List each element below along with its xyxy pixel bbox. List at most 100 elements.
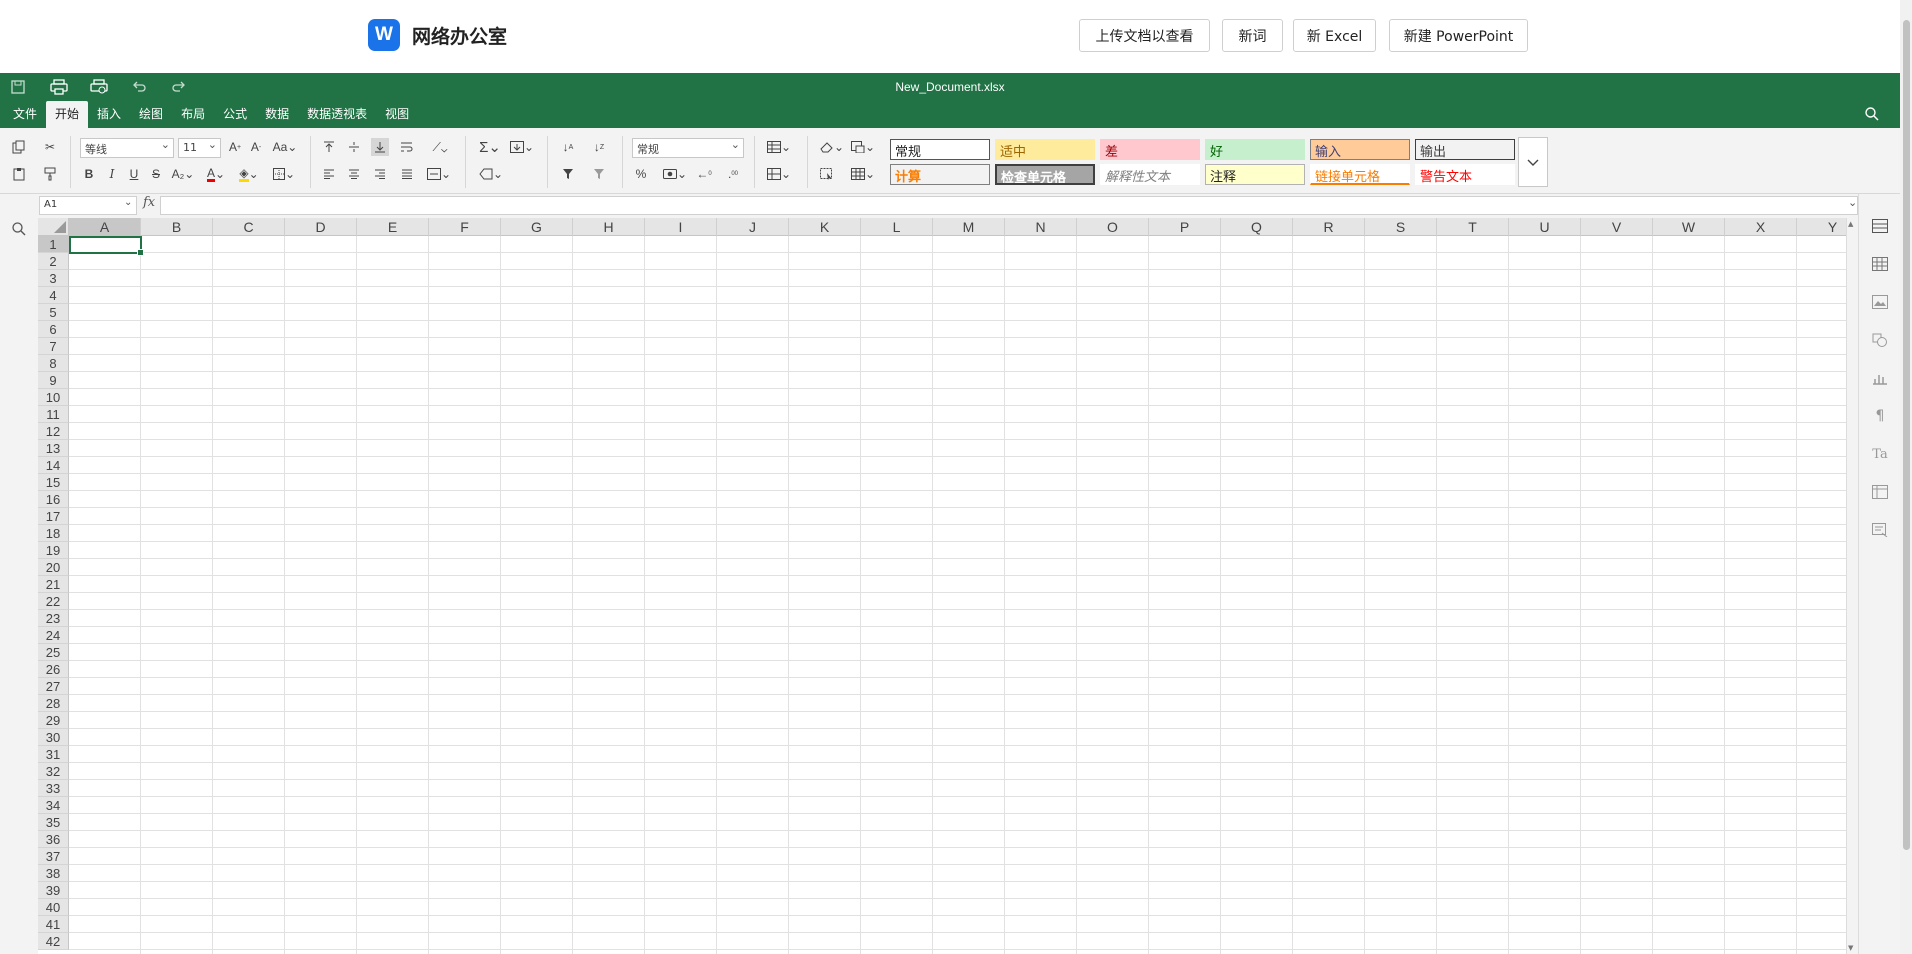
cell-style-2[interactable]: 适中 xyxy=(995,139,1095,160)
shape-settings-icon[interactable] xyxy=(1871,331,1889,349)
cell-style-11[interactable]: 链接单元格 xyxy=(1310,164,1410,185)
row-header-42[interactable]: 42 xyxy=(38,933,69,950)
fx-icon[interactable]: fx xyxy=(143,195,155,210)
expand-styles-button[interactable] xyxy=(1518,137,1548,187)
upload-document-button[interactable]: 上传文档以查看 xyxy=(1079,19,1210,52)
tab-view[interactable]: 视图 xyxy=(376,101,418,128)
row-header-22[interactable]: 22 xyxy=(38,593,69,610)
column-header-e[interactable]: E xyxy=(357,218,429,236)
paste-icon[interactable] xyxy=(10,165,28,183)
row-header-29[interactable]: 29 xyxy=(38,712,69,729)
row-header-41[interactable]: 41 xyxy=(38,916,69,933)
row-header-27[interactable]: 27 xyxy=(38,678,69,695)
row-header-21[interactable]: 21 xyxy=(38,576,69,593)
row-header-9[interactable]: 9 xyxy=(38,372,69,389)
column-header-k[interactable]: K xyxy=(789,218,861,236)
justify-icon[interactable] xyxy=(398,165,416,183)
tab-formula[interactable]: 公式 xyxy=(214,101,256,128)
align-middle-icon[interactable] xyxy=(345,138,363,156)
column-header-v[interactable]: V xyxy=(1581,218,1653,236)
column-header-w[interactable]: W xyxy=(1653,218,1725,236)
text-art-icon[interactable]: Ta xyxy=(1871,445,1889,463)
cell-style-9[interactable]: 解释性文本 xyxy=(1100,164,1200,185)
row-header-7[interactable]: 7 xyxy=(38,338,69,355)
brand[interactable]: W 网络办公室 xyxy=(368,19,507,51)
sort-descending-icon[interactable]: ↓ Z xyxy=(590,138,608,156)
cell-style-4[interactable]: 好 xyxy=(1205,139,1305,160)
column-header-q[interactable]: Q xyxy=(1221,218,1293,236)
row-header-38[interactable]: 38 xyxy=(38,865,69,882)
cell-style-1[interactable]: 常规 xyxy=(890,139,990,160)
column-header-l[interactable]: L xyxy=(861,218,933,236)
tab-data[interactable]: 数据 xyxy=(256,101,298,128)
merge-cells-icon[interactable]: ⌄ xyxy=(424,165,454,183)
paragraph-settings-icon[interactable]: ¶ xyxy=(1871,407,1889,425)
column-header-n[interactable]: N xyxy=(1005,218,1077,236)
column-header-a[interactable]: A xyxy=(69,218,141,236)
active-cell[interactable] xyxy=(69,236,144,256)
column-header-p[interactable]: P xyxy=(1149,218,1221,236)
borders-icon[interactable]: ⌄ xyxy=(270,165,298,183)
eraser-icon[interactable]: ⌄ xyxy=(818,138,846,156)
row-header-39[interactable]: 39 xyxy=(38,882,69,899)
row-header-19[interactable]: 19 xyxy=(38,542,69,559)
row-header-23[interactable]: 23 xyxy=(38,610,69,627)
signature-settings-icon[interactable] xyxy=(1871,521,1889,539)
row-header-11[interactable]: 11 xyxy=(38,406,69,423)
fill-icon[interactable]: ⌄ xyxy=(507,138,537,156)
row-header-14[interactable]: 14 xyxy=(38,457,69,474)
cell-style-10[interactable]: 注释 xyxy=(1205,164,1305,185)
pivot-settings-icon[interactable] xyxy=(1871,483,1889,501)
page-scroll-thumb[interactable] xyxy=(1903,20,1910,850)
column-header-o[interactable]: O xyxy=(1077,218,1149,236)
row-header-1[interactable]: 1 xyxy=(38,236,69,253)
currency-icon[interactable]: ⌄ xyxy=(661,165,689,183)
tab-pivot-table[interactable]: 数据透视表 xyxy=(298,101,376,128)
select-all-icon[interactable] xyxy=(818,165,836,183)
autosum-icon[interactable]: Σ⌄ xyxy=(476,138,504,156)
cell-area[interactable] xyxy=(69,236,1846,954)
decrease-decimal-icon[interactable]: ← 0 xyxy=(695,165,713,183)
chart-settings-icon[interactable] xyxy=(1871,369,1889,387)
row-header-36[interactable]: 36 xyxy=(38,831,69,848)
cell-style-6[interactable]: 输出 xyxy=(1415,139,1515,160)
new-excel-button[interactable]: 新 Excel xyxy=(1293,19,1376,52)
sort-ascending-icon[interactable]: ↓ A xyxy=(559,138,577,156)
formula-input[interactable] xyxy=(160,196,1858,215)
column-header-u[interactable]: U xyxy=(1509,218,1581,236)
column-header-f[interactable]: F xyxy=(429,218,501,236)
cell-style-7[interactable]: 计算 xyxy=(890,164,990,185)
row-header-18[interactable]: 18 xyxy=(38,525,69,542)
column-header-g[interactable]: G xyxy=(501,218,573,236)
clear-icon[interactable]: ⌄ xyxy=(476,165,506,183)
decrease-font-icon[interactable]: A- xyxy=(247,138,265,156)
select-all-corner[interactable] xyxy=(38,218,69,236)
row-header-13[interactable]: 13 xyxy=(38,440,69,457)
subscript-icon[interactable]: A₂⌄ xyxy=(170,165,196,183)
search-icon[interactable] xyxy=(1864,106,1880,126)
align-top-icon[interactable] xyxy=(320,138,338,156)
align-bottom-icon[interactable] xyxy=(371,138,389,156)
column-header-t[interactable]: T xyxy=(1437,218,1509,236)
new-word-button[interactable]: 新词 xyxy=(1222,19,1283,52)
clear-filter-icon[interactable] xyxy=(590,165,608,183)
search-icon[interactable] xyxy=(11,221,27,241)
align-left-icon[interactable] xyxy=(320,165,338,183)
align-right-icon[interactable] xyxy=(371,165,389,183)
cell-style-12[interactable]: 警告文本 xyxy=(1415,164,1515,185)
column-header-y[interactable]: Y xyxy=(1797,218,1846,236)
column-header-c[interactable]: C xyxy=(213,218,285,236)
scroll-down-icon[interactable]: ▼ xyxy=(1848,944,1853,952)
grid-scrollbar[interactable]: ▲ ▼ xyxy=(1846,218,1858,954)
tab-layout[interactable]: 布局 xyxy=(172,101,214,128)
cut-icon[interactable]: ✂ xyxy=(41,138,59,156)
row-header-2[interactable]: 2 xyxy=(38,253,69,270)
row-header-30[interactable]: 30 xyxy=(38,729,69,746)
format-as-table-icon[interactable]: ⌄ xyxy=(849,165,877,183)
table-settings-icon[interactable] xyxy=(1871,255,1889,273)
row-header-16[interactable]: 16 xyxy=(38,491,69,508)
cell-style-5[interactable]: 输入 xyxy=(1310,139,1410,160)
strikethrough-icon[interactable]: S xyxy=(147,165,165,183)
row-header-12[interactable]: 12 xyxy=(38,423,69,440)
column-header-j[interactable]: J xyxy=(717,218,789,236)
